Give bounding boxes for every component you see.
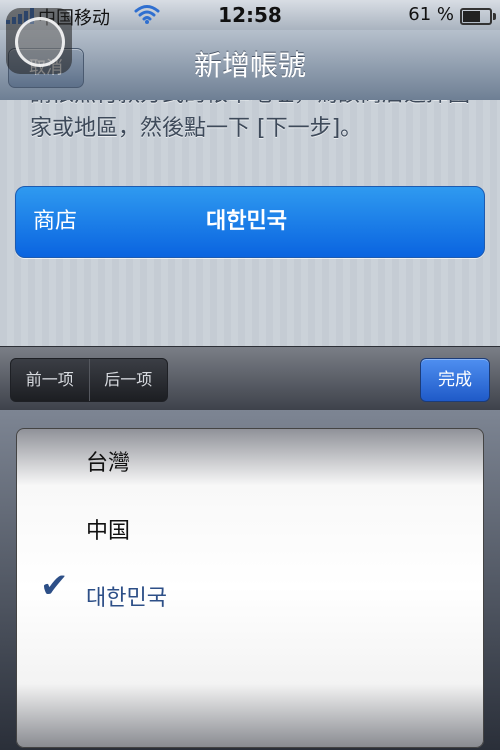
checkmark-icon: ✔ bbox=[40, 566, 69, 606]
previous-button[interactable]: 前一项 bbox=[11, 359, 90, 401]
page-title: 新增帳號 bbox=[193, 49, 306, 82]
assistive-touch-icon[interactable] bbox=[6, 8, 72, 74]
instructions-text: 請依照付款方式的帳單地址，為該商店選擇國家或地區，然後點一下 [下一步]。 bbox=[30, 100, 470, 141]
picker-item-china[interactable]: 中国 bbox=[86, 512, 466, 552]
battery-fill bbox=[463, 11, 481, 22]
battery-icon bbox=[460, 8, 496, 25]
keyboard-toolbar: 前一项 后一项 完成 bbox=[0, 346, 500, 411]
picker-frame: 台灣 中国 ✔ 대한민국 bbox=[0, 410, 500, 750]
battery-percent: 61 % bbox=[408, 4, 454, 25]
picker-item-korea[interactable]: 대한민국 bbox=[86, 579, 466, 619]
content-area: 請依照付款方式的帳單地址，為該商店選擇國家或地區，然後點一下 [下一步]。 商店… bbox=[0, 100, 500, 346]
prev-next-segmented-control: 前一项 后一项 bbox=[10, 358, 168, 402]
navigation-bar: 取消 新增帳號 bbox=[0, 30, 500, 101]
store-value: 대한민국 bbox=[206, 209, 287, 234]
store-label: 商店 bbox=[33, 209, 78, 234]
done-button[interactable]: 完成 bbox=[420, 358, 490, 402]
picker-item-taiwan[interactable]: 台灣 bbox=[86, 444, 466, 484]
status-bar: 中国移动 12:58 61 % bbox=[0, 0, 500, 30]
store-row[interactable]: 商店 대한민국 bbox=[15, 186, 485, 258]
country-picker[interactable]: 台灣 中国 ✔ 대한민국 bbox=[16, 428, 484, 748]
next-button[interactable]: 后一项 bbox=[90, 359, 168, 401]
